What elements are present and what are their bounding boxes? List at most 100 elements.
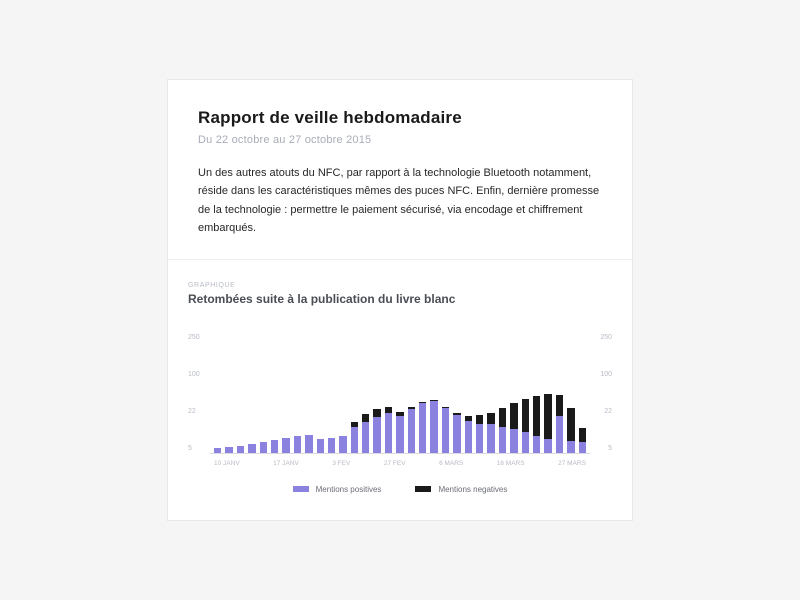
bar-segment-positive <box>271 440 278 453</box>
x-tick: 16 MARS <box>497 460 525 467</box>
bar-segment-positive <box>453 415 460 453</box>
bar-segment-negative <box>567 408 574 441</box>
bar-segment-negative <box>373 409 380 417</box>
chart-bar <box>271 440 278 453</box>
y-tick: 22 <box>188 408 210 415</box>
chart-bar <box>385 407 392 453</box>
bar-segment-negative <box>510 403 517 429</box>
x-tick: 10 JANV <box>214 460 240 467</box>
y-axis-right: 250 100 22 5 <box>590 334 612 454</box>
bar-segment-positive <box>567 441 574 453</box>
y-tick: 100 <box>590 371 612 378</box>
bar-segment-negative <box>533 396 540 436</box>
bar-segment-positive <box>294 436 301 453</box>
chart-bar <box>362 414 369 453</box>
legend-negative: Mentions negatives <box>415 485 507 494</box>
bar-segment-positive <box>317 439 324 453</box>
chart-bar <box>260 442 267 452</box>
y-tick: 22 <box>590 408 612 415</box>
chart-plot-area: 250 100 22 5 250 100 22 5 <box>188 334 612 454</box>
chart-title: Retombées suite à la publication du livr… <box>188 292 612 306</box>
chart-bar <box>351 422 358 453</box>
bar-segment-negative <box>476 415 483 423</box>
chart-bar <box>373 409 380 453</box>
x-tick: 27 MARS <box>558 460 586 467</box>
bar-segment-positive <box>510 429 517 453</box>
chart-bar <box>487 413 494 453</box>
bar-segment-positive <box>476 424 483 453</box>
bar-segment-positive <box>339 436 346 453</box>
chart-bar <box>408 407 415 453</box>
bar-segment-positive <box>214 448 221 453</box>
chart-bar <box>214 448 221 453</box>
y-tick: 250 <box>188 334 210 341</box>
chart-bar <box>339 436 346 453</box>
chart-bar <box>499 408 506 453</box>
chart-bar <box>248 444 255 452</box>
chart-bars <box>214 335 586 453</box>
report-date-range: Du 22 octobre au 27 octobre 2015 <box>198 134 602 146</box>
chart-bar <box>294 436 301 453</box>
bar-segment-positive <box>430 401 437 453</box>
y-axis-left: 250 100 22 5 <box>188 334 210 454</box>
bar-segment-positive <box>544 439 551 453</box>
bar-segment-positive <box>533 436 540 453</box>
chart-bar <box>430 400 437 453</box>
bar-segment-positive <box>487 424 494 452</box>
report-card: Rapport de veille hebdomadaire Du 22 oct… <box>167 79 633 521</box>
bar-segment-positive <box>396 416 403 453</box>
bar-segment-negative <box>544 394 551 439</box>
x-tick: 27 FEV <box>384 460 406 467</box>
y-tick: 100 <box>188 371 210 378</box>
bar-segment-positive <box>362 422 369 453</box>
x-tick: 6 MARS <box>439 460 463 467</box>
chart-baseline <box>210 453 590 454</box>
bar-segment-positive <box>499 427 506 453</box>
bar-segment-negative <box>362 414 369 422</box>
chart-bar <box>442 407 449 453</box>
y-tick: 5 <box>188 445 210 452</box>
bar-segment-positive <box>282 438 289 453</box>
legend-swatch-negative <box>415 486 431 492</box>
bar-segment-positive <box>248 444 255 452</box>
legend-label: Mentions negatives <box>438 485 507 494</box>
chart-bar <box>465 416 472 453</box>
bar-segment-positive <box>328 438 335 453</box>
bar-segment-positive <box>419 403 426 453</box>
legend-swatch-positive <box>293 486 309 492</box>
chart-plot <box>210 334 590 454</box>
chart-bar <box>419 402 426 453</box>
report-title: Rapport de veille hebdomadaire <box>198 108 602 128</box>
y-tick: 5 <box>590 445 612 452</box>
chart-bar <box>556 395 563 453</box>
bar-segment-positive <box>385 413 392 453</box>
chart-bar <box>567 408 574 453</box>
bar-segment-negative <box>579 428 586 442</box>
bar-segment-positive <box>237 446 244 453</box>
report-body: Un des autres atouts du NFC, par rapport… <box>198 164 602 237</box>
chart-bar <box>305 435 312 453</box>
bar-segment-positive <box>373 417 380 452</box>
chart-eyebrow: GRAPHIQUE <box>188 282 612 289</box>
bar-segment-positive <box>260 442 267 452</box>
chart-bar <box>476 415 483 453</box>
report-header: Rapport de veille hebdomadaire Du 22 oct… <box>168 80 632 259</box>
x-tick: 17 JANV <box>273 460 299 467</box>
chart-bar <box>282 438 289 453</box>
x-axis: 10 JANV 17 JANV 3 FEV 27 FEV 6 MARS 16 M… <box>210 460 590 467</box>
bar-segment-positive <box>408 409 415 452</box>
bar-segment-negative <box>522 399 529 432</box>
bar-segment-positive <box>305 435 312 453</box>
chart-bar <box>533 396 540 453</box>
bar-segment-positive <box>442 408 449 453</box>
bar-segment-positive <box>579 442 586 452</box>
x-tick: 3 FEV <box>332 460 350 467</box>
chart-bar <box>453 413 460 453</box>
chart-bar <box>579 428 586 453</box>
legend-label: Mentions positives <box>316 485 382 494</box>
chart-bar <box>225 447 232 453</box>
bar-segment-positive <box>465 421 472 453</box>
chart-bar <box>544 394 551 453</box>
chart-bar <box>510 403 517 453</box>
chart-legend: Mentions positives Mentions negatives <box>188 485 612 494</box>
